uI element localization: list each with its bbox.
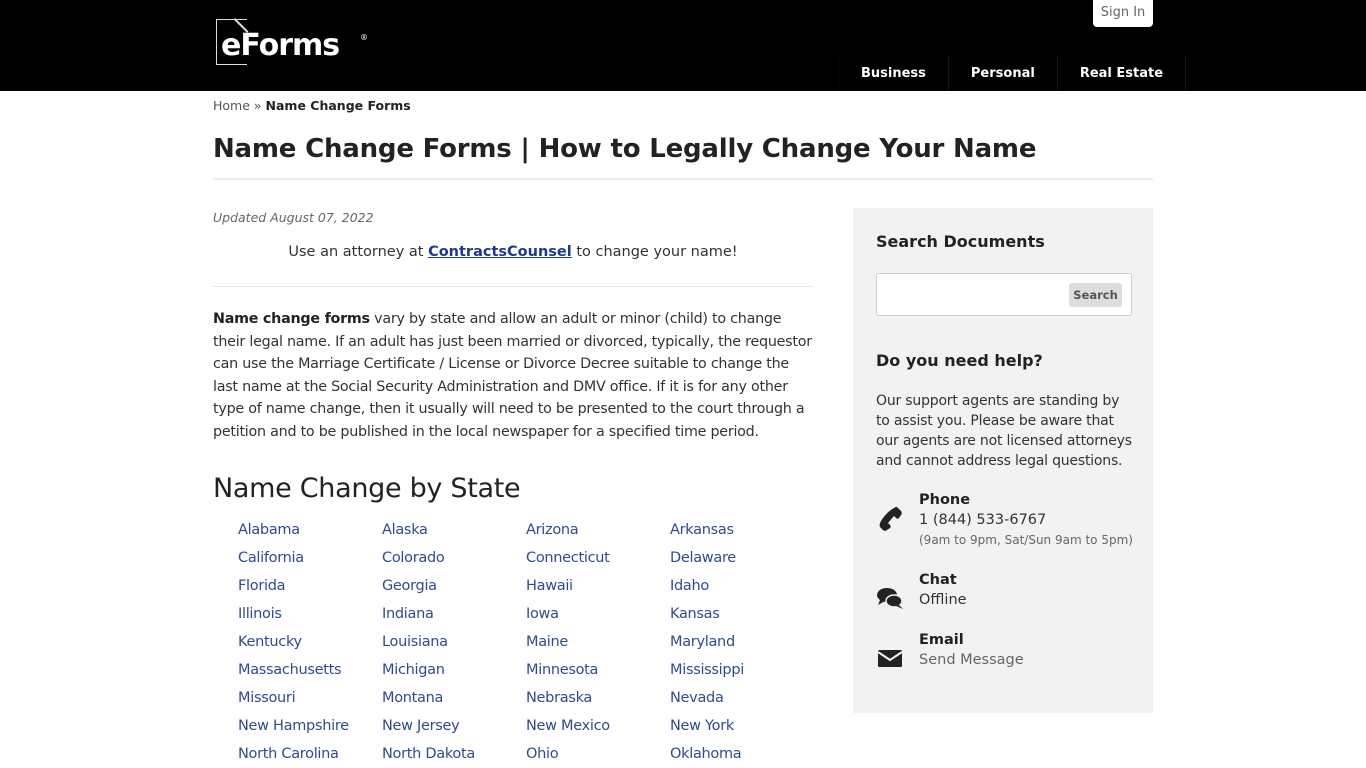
phone-icon <box>879 507 902 531</box>
state-link[interactable]: Indiana <box>382 602 526 630</box>
attorney-banner: Use an attorney at ContractsCounsel to c… <box>213 244 813 260</box>
state-link[interactable]: Florida <box>238 574 382 602</box>
attorney-prefix: Use an attorney at <box>288 244 429 260</box>
main-nav: Business Personal Real Estate <box>838 56 1187 91</box>
state-link[interactable]: Delaware <box>670 546 814 574</box>
phone-label: Phone <box>919 492 971 508</box>
state-link[interactable]: Minnesota <box>526 658 670 686</box>
state-link[interactable]: Arizona <box>526 518 670 546</box>
state-link[interactable]: Massachusetts <box>238 658 382 686</box>
contact-chat: Chat Offline <box>876 572 1136 630</box>
state-link[interactable]: Missouri <box>238 686 382 714</box>
logo-wordmark: eForms <box>221 28 340 63</box>
breadcrumb: Home » Name Change Forms <box>213 98 411 113</box>
attorney-suffix: to change your name! <box>571 244 738 260</box>
contact-phone: Phone 1 (844) 533-6767 (9am to 9pm, Sat/… <box>876 492 1136 550</box>
state-link[interactable]: North Carolina <box>238 742 382 768</box>
sidebar: Search Documents Search Do you need help… <box>853 208 1153 713</box>
state-link[interactable]: Iowa <box>526 602 670 630</box>
chat-label: Chat <box>919 572 957 588</box>
title-divider <box>213 178 1153 180</box>
nav-business[interactable]: Business <box>838 56 949 91</box>
state-link[interactable]: New Mexico <box>526 714 670 742</box>
state-link[interactable]: Idaho <box>670 574 814 602</box>
state-heading: Name Change by State <box>213 473 521 504</box>
state-links-grid: Alabama Alaska Arizona Arkansas Californ… <box>238 518 814 768</box>
state-link[interactable]: Nebraska <box>526 686 670 714</box>
search-input[interactable] <box>883 280 1063 309</box>
state-link[interactable]: Maine <box>526 630 670 658</box>
state-link[interactable]: Arkansas <box>670 518 814 546</box>
state-link[interactable]: Hawaii <box>526 574 670 602</box>
eforms-logo[interactable]: eForms ® <box>216 18 368 67</box>
help-heading: Do you need help? <box>876 351 1043 370</box>
intro-text: vary by state and allow an adult or mino… <box>213 311 812 440</box>
email-label: Email <box>919 632 964 648</box>
state-link[interactable]: Kentucky <box>238 630 382 658</box>
state-link[interactable]: California <box>238 546 382 574</box>
contractscounsel-link[interactable]: ContractsCounsel <box>428 244 572 260</box>
breadcrumb-separator: » <box>253 98 266 113</box>
contact-email: Email Send Message <box>876 632 1136 690</box>
send-message-link[interactable]: Send Message <box>919 652 1024 668</box>
state-link[interactable]: Colorado <box>382 546 526 574</box>
state-link[interactable]: Georgia <box>382 574 526 602</box>
breadcrumb-home[interactable]: Home <box>213 98 250 113</box>
sign-in-button[interactable]: Sign In <box>1093 0 1153 27</box>
state-link[interactable]: Kansas <box>670 602 814 630</box>
state-link[interactable]: Connecticut <box>526 546 670 574</box>
envelope-icon <box>877 650 903 667</box>
updated-date: Updated August 07, 2022 <box>213 210 374 225</box>
state-link[interactable]: Alaska <box>382 518 526 546</box>
nav-real-estate[interactable]: Real Estate <box>1058 56 1187 91</box>
breadcrumb-current: Name Change Forms <box>265 98 411 113</box>
state-link[interactable]: Montana <box>382 686 526 714</box>
state-link[interactable]: Ohio <box>526 742 670 768</box>
phone-number[interactable]: 1 (844) 533-6767 <box>919 512 1046 528</box>
attorney-divider <box>213 286 813 287</box>
chat-status: Offline <box>919 592 967 608</box>
search-button[interactable]: Search <box>1069 283 1122 307</box>
help-text: Our support agents are standing by to as… <box>876 393 1132 469</box>
state-link[interactable]: Nevada <box>670 686 814 714</box>
state-link[interactable]: North Dakota <box>382 742 526 768</box>
state-link[interactable]: Louisiana <box>382 630 526 658</box>
state-link[interactable]: Illinois <box>238 602 382 630</box>
state-link[interactable]: New Jersey <box>382 714 526 742</box>
state-link[interactable]: New Hampshire <box>238 714 382 742</box>
state-link[interactable]: Oklahoma <box>670 742 814 768</box>
state-link[interactable]: Michigan <box>382 658 526 686</box>
search-heading: Search Documents <box>876 232 1045 251</box>
page-title: Name Change Forms | How to Legally Chang… <box>213 134 1037 164</box>
state-link[interactable]: Maryland <box>670 630 814 658</box>
nav-personal[interactable]: Personal <box>949 56 1058 91</box>
state-link[interactable]: Alabama <box>238 518 382 546</box>
chat-icon <box>877 588 903 609</box>
phone-hours: (9am to 9pm, Sat/Sun 9am to 5pm) <box>919 533 1133 547</box>
site-header: eForms ® Sign In Business Personal Real … <box>0 0 1366 91</box>
intro-paragraph: Name change forms vary by state and allo… <box>213 308 813 443</box>
state-link[interactable]: New York <box>670 714 814 742</box>
search-form: Search <box>876 273 1132 316</box>
registered-mark: ® <box>360 33 368 42</box>
intro-bold: Name change forms <box>213 311 370 327</box>
state-link[interactable]: Mississippi <box>670 658 814 686</box>
